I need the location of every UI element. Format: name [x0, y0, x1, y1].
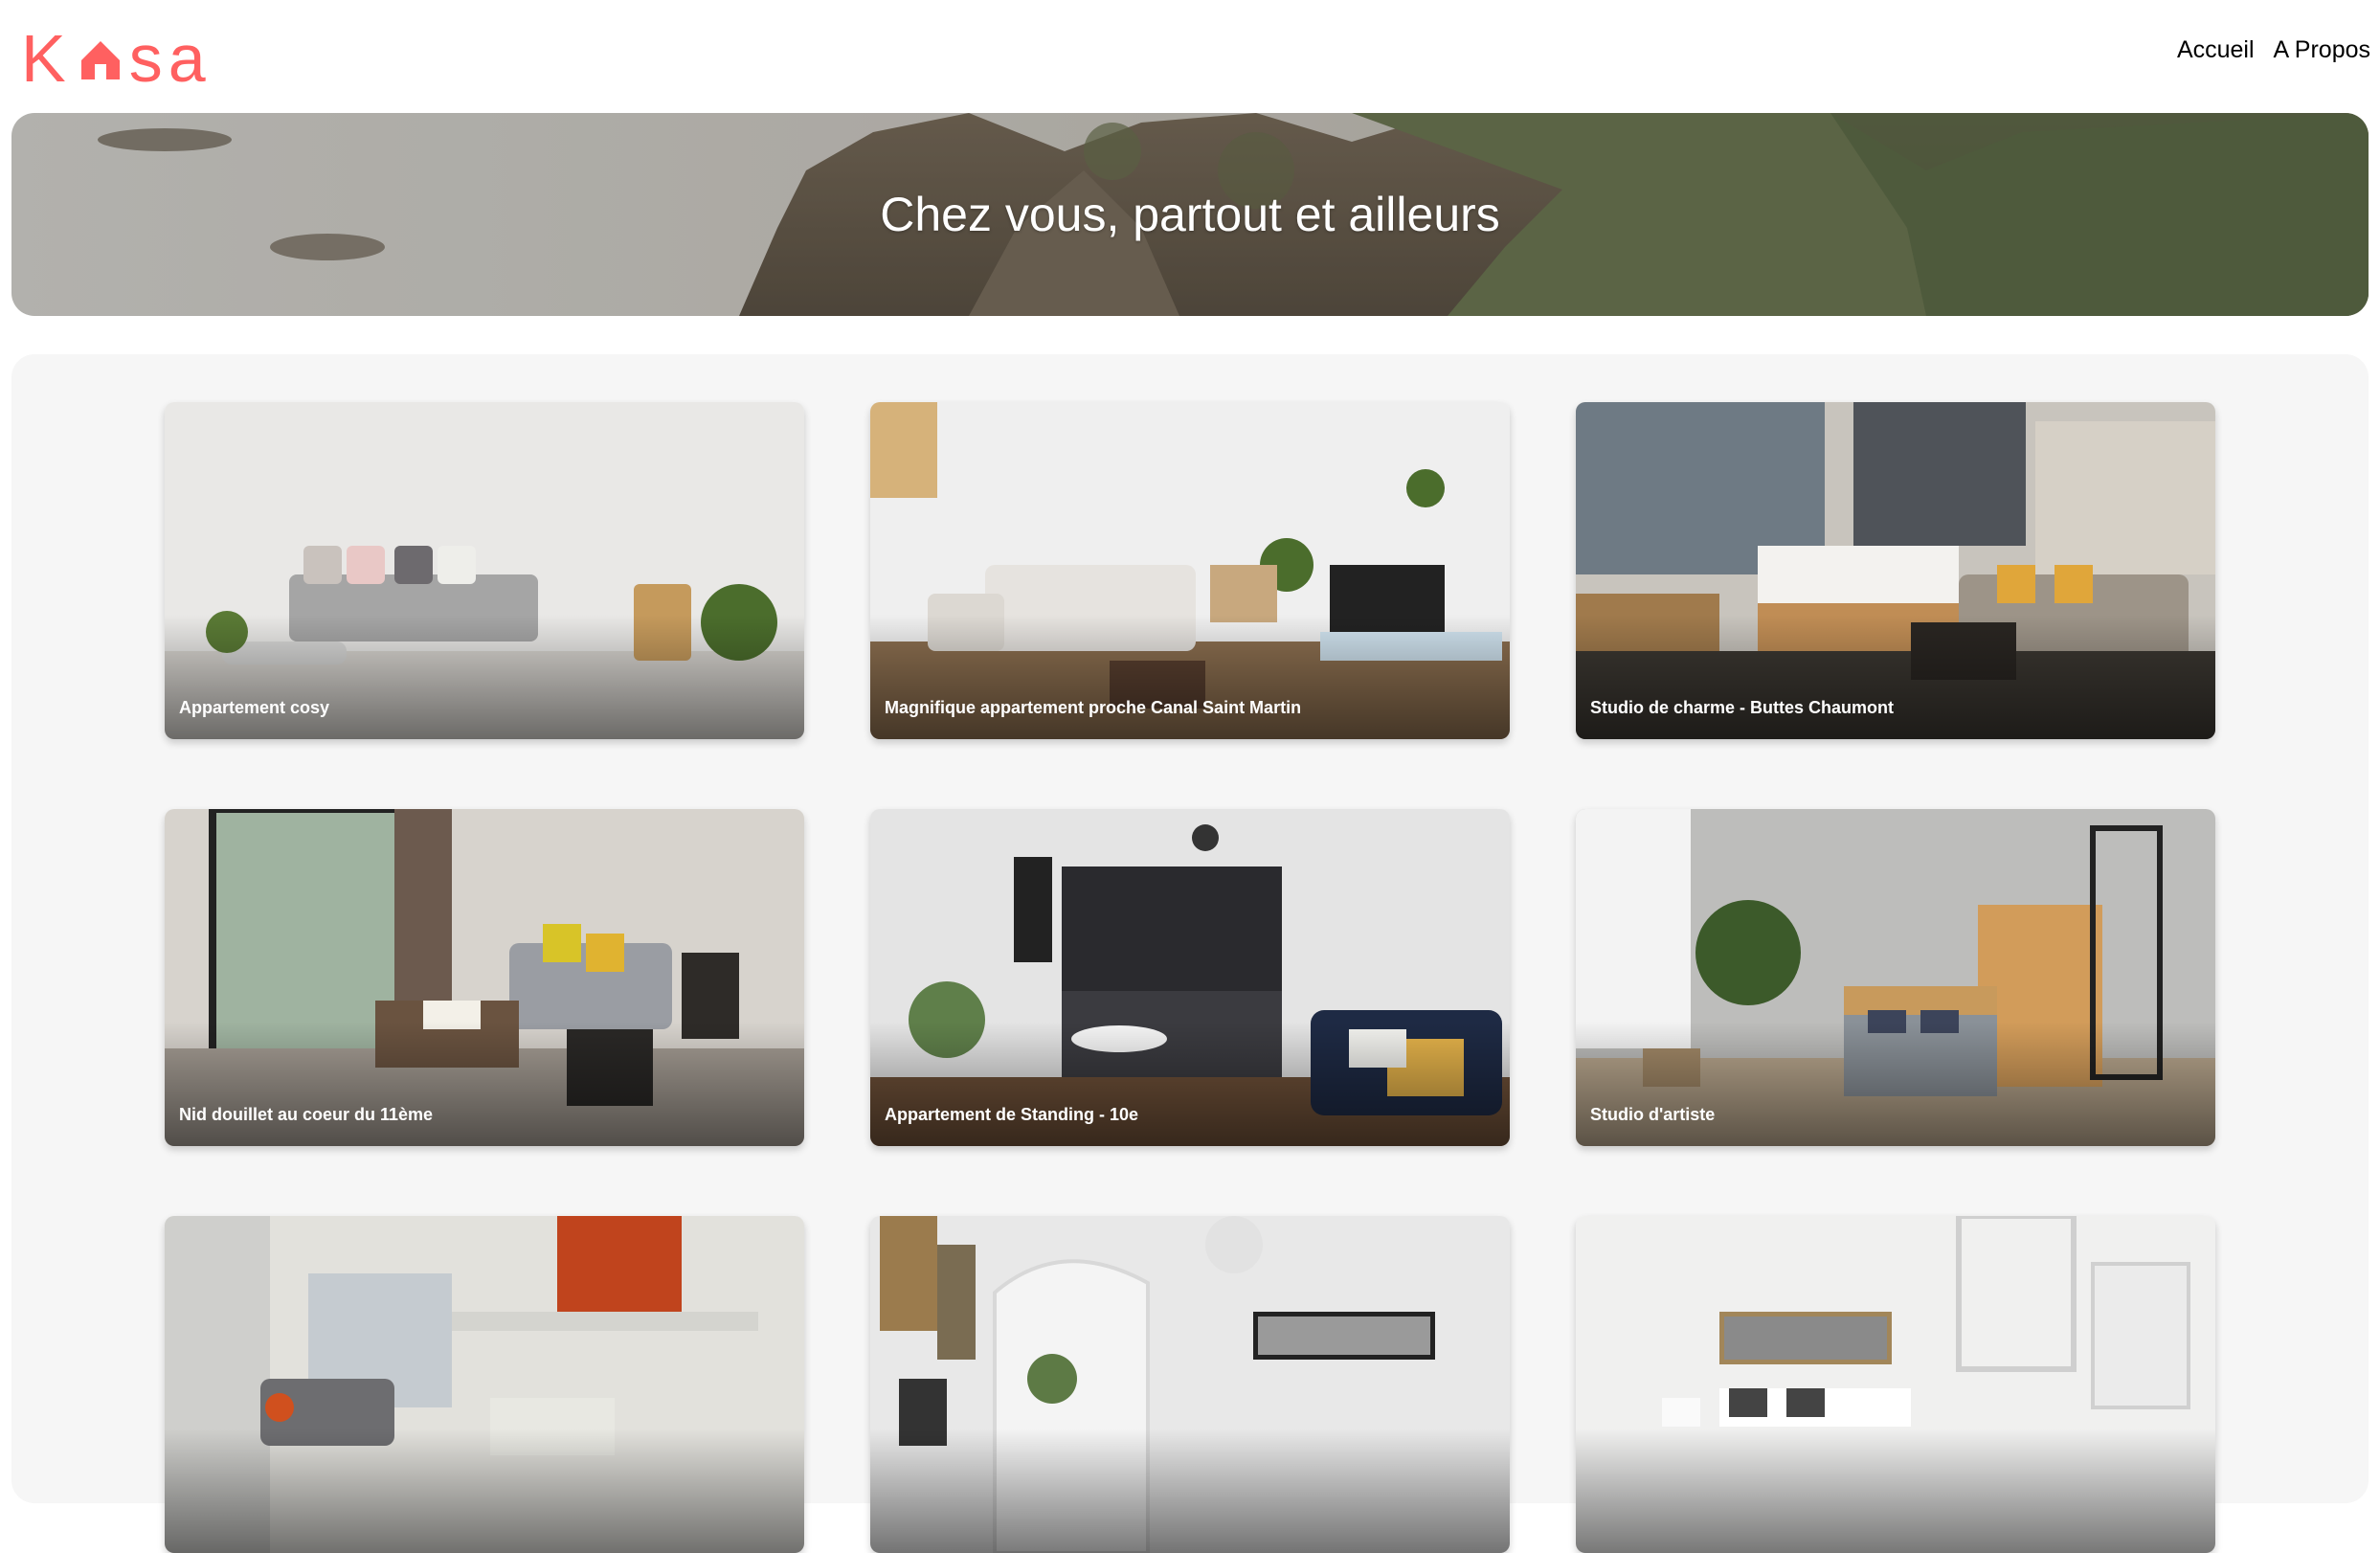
listing-card[interactable]: [870, 1216, 1510, 1553]
listing-gradient: [1576, 1022, 2215, 1146]
listing-title: Magnifique appartement proche Canal Sain…: [885, 698, 1302, 717]
listing-title: Studio d'artiste: [1590, 1105, 1716, 1124]
nav-link-a-propos[interactable]: A Propos: [2274, 36, 2370, 64]
header: K sa Accueil A Propos: [0, 0, 2380, 113]
listing-card[interactable]: Appartement cosy: [165, 402, 804, 739]
logo-letter-k: K: [21, 21, 72, 96]
hero-banner: Chez vous, partout et ailleurs: [11, 113, 2369, 316]
listing-gradient: [165, 615, 804, 739]
banner-title: Chez vous, partout et ailleurs: [880, 188, 1500, 241]
listing-card[interactable]: Magnifique appartement proche Canal Sain…: [870, 402, 1510, 739]
listing-card[interactable]: [165, 1216, 804, 1553]
listing-gradient: [870, 615, 1510, 739]
listing-gradient: [165, 1022, 804, 1146]
listing-card[interactable]: Studio de charme - Buttes Chaumont: [1576, 402, 2215, 739]
logo-letters-sa: sa: [128, 21, 212, 96]
listing-gradient: [870, 1022, 1510, 1146]
main-nav: Accueil A Propos: [2177, 36, 2370, 64]
listings-gallery: Appartement cosy Magnifique appartement …: [11, 354, 2369, 1553]
listing-card[interactable]: Studio d'artiste: [1576, 809, 2215, 1146]
house-icon: [80, 41, 120, 79]
listing-gradient: [1576, 1429, 2215, 1553]
listing-gradient: [165, 1429, 804, 1553]
listing-title: Nid douillet au coeur du 11ème: [179, 1105, 434, 1124]
kasa-logo[interactable]: K sa: [21, 25, 212, 92]
listing-title: Appartement de Standing - 10e: [885, 1105, 1139, 1124]
listing-card[interactable]: Appartement de Standing - 10e: [870, 809, 1510, 1146]
listing-gradient: [1576, 615, 2215, 739]
listing-title: Studio de charme - Buttes Chaumont: [1590, 698, 1895, 717]
listing-title: Appartement cosy: [179, 698, 330, 717]
nav-link-accueil[interactable]: Accueil: [2177, 36, 2255, 64]
listing-gradient: [870, 1429, 1510, 1553]
listing-card[interactable]: [1576, 1216, 2215, 1553]
listing-card[interactable]: Nid douillet au coeur du 11ème: [165, 809, 804, 1146]
